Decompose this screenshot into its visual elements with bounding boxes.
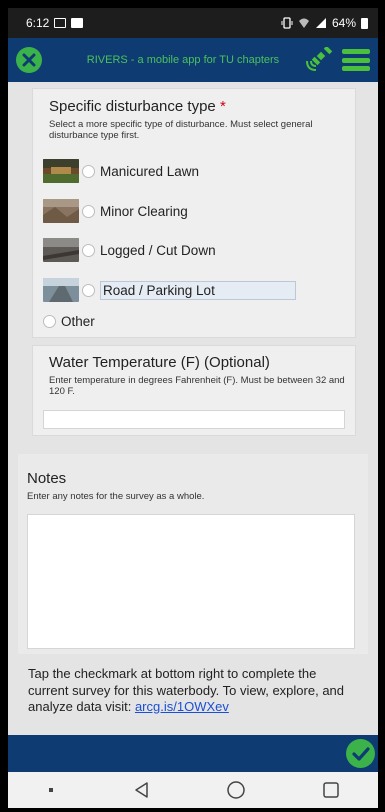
disturbance-label: Specific disturbance type * (49, 98, 226, 115)
status-bar: 6:12 64% (8, 8, 378, 38)
close-button[interactable] (16, 47, 42, 73)
data-link[interactable]: arcg.is/1OWXev (135, 699, 229, 714)
vibrate-icon (281, 17, 293, 29)
option-minor-clearing[interactable]: Minor Clearing (43, 199, 188, 223)
phone-screen: 6:12 64% RIVERS - a mobile app for TU ch… (8, 8, 378, 808)
message-icon (54, 18, 67, 28)
water-temperature-hint: Enter temperature in degrees Fahrenheit … (49, 375, 345, 397)
notes-question: Notes Enter any notes for the survey as … (18, 454, 368, 654)
status-time: 6:12 (26, 16, 50, 30)
gallery-icon (71, 18, 84, 28)
notes-hint: Enter any notes for the survey as a whol… (27, 491, 205, 502)
complete-survey-button[interactable] (346, 739, 375, 768)
battery-percent: 64% (331, 16, 356, 30)
footer-instructions: Tap the checkmark at bottom right to com… (28, 666, 345, 714)
option-logged-cut-down[interactable]: Logged / Cut Down (43, 238, 216, 262)
manicured-lawn-thumbnail (43, 159, 79, 183)
battery-icon (361, 17, 368, 29)
water-temperature-input[interactable] (43, 410, 345, 429)
back-icon[interactable] (132, 780, 152, 800)
option-road-parking-lot[interactable]: Road / Parking Lot (43, 278, 296, 302)
option-manicured-lawn[interactable]: Manicured Lawn (43, 159, 199, 183)
option-other[interactable]: Other (43, 309, 95, 333)
radio-other[interactable] (43, 314, 56, 328)
wifi-icon (298, 18, 309, 28)
survey-form: Specific disturbance type * Select a mor… (8, 82, 378, 735)
water-temperature-label: Water Temperature (F) (Optional) (49, 354, 270, 371)
radio-road-parking-lot[interactable] (82, 283, 95, 297)
nav-dot-icon (49, 788, 54, 792)
disturbance-hint: Select a more specific type of disturban… (49, 119, 313, 141)
app-title: RIVERS - a mobile app for TU chapters (86, 54, 280, 66)
notes-label: Notes (27, 470, 67, 487)
close-icon (22, 53, 36, 67)
required-marker: * (219, 98, 226, 115)
checkmark-icon (351, 746, 370, 761)
android-nav-bar (8, 772, 378, 808)
radio-logged-cut-down[interactable] (82, 243, 95, 257)
notes-textarea[interactable] (27, 514, 355, 649)
logged-cut-down-thumbnail (43, 238, 79, 262)
home-icon[interactable] (226, 780, 246, 800)
road-parking-lot-thumbnail (43, 278, 79, 302)
app-header: RIVERS - a mobile app for TU chapters (8, 38, 378, 82)
radio-manicured-lawn[interactable] (82, 164, 95, 178)
satellite-icon[interactable] (304, 47, 334, 73)
signal-icon (315, 18, 326, 28)
radio-minor-clearing[interactable] (82, 204, 95, 218)
disturbance-type-question: Specific disturbance type * Select a mor… (32, 88, 356, 338)
water-temperature-question: Water Temperature (F) (Optional) Enter t… (32, 345, 356, 436)
menu-icon[interactable] (342, 49, 370, 71)
minor-clearing-thumbnail (43, 199, 79, 223)
recents-icon[interactable] (321, 780, 341, 800)
bottom-toolbar (8, 735, 378, 772)
